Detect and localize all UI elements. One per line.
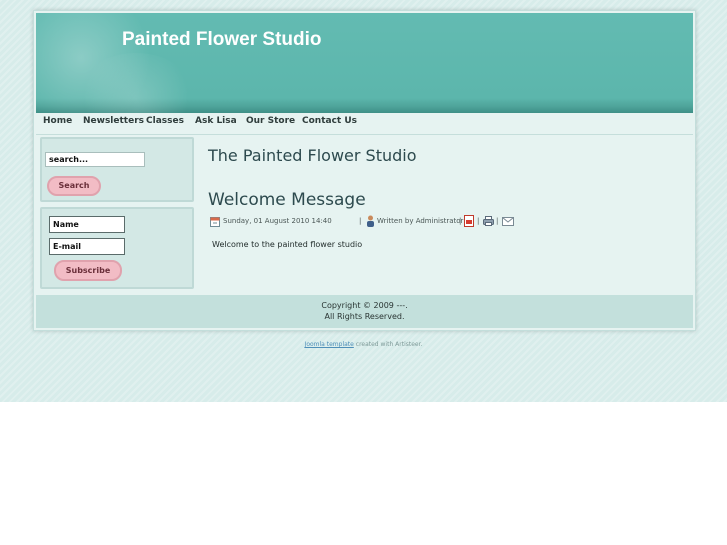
site-header: Painted Flower Studio [36,13,693,113]
print-icon[interactable] [483,216,494,226]
email-field[interactable]: E-mail [49,238,125,255]
page-title: The Painted Flower Studio [208,146,417,165]
article-title[interactable]: Welcome Message [208,190,366,210]
name-field[interactable]: Name [49,216,125,233]
article-date: Sunday, 01 August 2010 14:40 [223,217,332,225]
meta-separator: | [477,217,480,225]
site-title[interactable]: Painted Flower Studio [122,29,322,51]
meta-separator: | [359,217,362,225]
page-container: Painted Flower Studio Home Newsletters C… [33,10,696,331]
nav-item-newsletters[interactable]: Newsletters [83,116,144,126]
user-icon [367,215,374,227]
article-author: Written by Administrator [377,217,464,225]
nav-item-home[interactable]: Home [43,116,72,126]
rights-text: All Rights Reserved. [324,312,405,321]
site-footer: Copyright © 2009 ---. All Rights Reserve… [36,295,693,328]
copyright-text: Copyright © 2009 ---. [321,301,408,310]
article-body: Welcome to the painted flower studio [212,240,363,249]
subscribe-module: Name E-mail Subscribe [40,207,194,289]
main-navigation: Home Newsletters Classes Ask Lisa Our St… [36,114,693,135]
pdf-icon[interactable] [464,215,474,227]
template-credit: Joomla template created with Artisteer. [0,341,727,348]
search-button[interactable]: Search [47,176,101,196]
search-input[interactable]: search... [45,152,145,167]
meta-separator: | [496,217,499,225]
nav-item-our-store[interactable]: Our Store [246,116,295,126]
meta-separator: | [459,217,462,225]
template-credit-text: created with Artisteer. [355,341,423,348]
nav-item-classes[interactable]: Classes [146,116,184,126]
email-icon[interactable] [502,217,514,226]
calendar-icon [210,217,220,227]
nav-item-ask-lisa[interactable]: Ask Lisa [195,116,237,126]
nav-item-contact-us[interactable]: Contact Us [302,116,357,126]
search-module: search... Search [40,137,194,202]
template-credit-link[interactable]: Joomla template [305,341,354,348]
subscribe-button[interactable]: Subscribe [54,260,122,281]
